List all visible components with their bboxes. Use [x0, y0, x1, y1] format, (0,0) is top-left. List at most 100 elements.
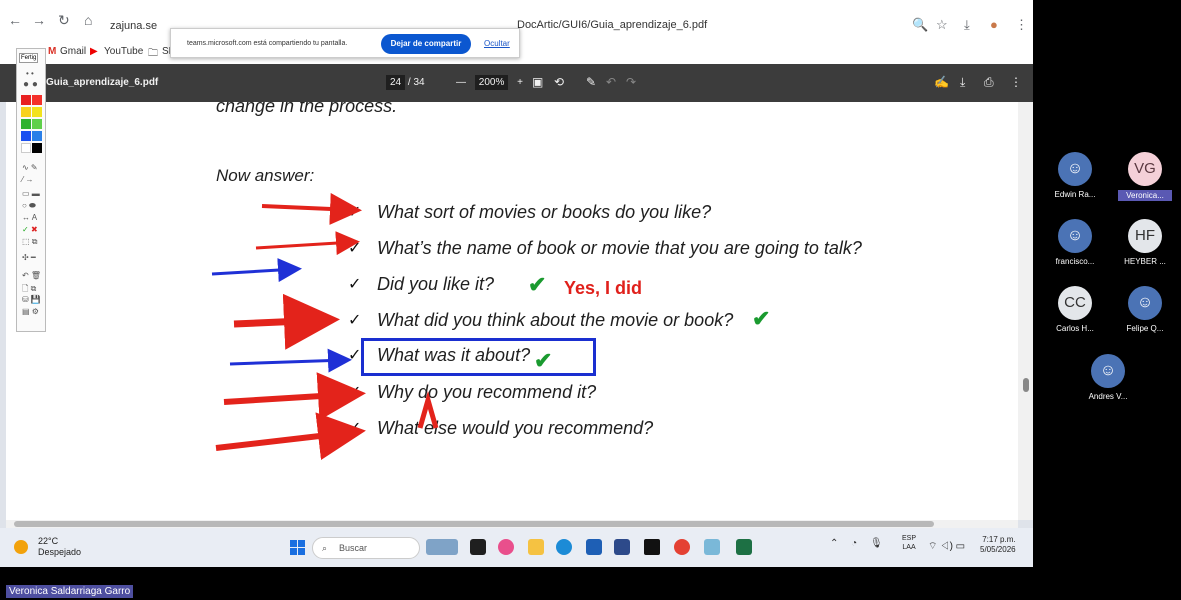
ellipse-icon[interactable]: ○ ⬬ — [22, 201, 36, 211]
freehand-icon[interactable]: ∿ ✎ — [22, 163, 38, 172]
stop-sharing-button[interactable]: Dejar de compartir — [381, 34, 471, 54]
color-swatch-black[interactable] — [32, 143, 42, 153]
color-swatch-white[interactable] — [21, 143, 31, 153]
participant-initials: VG — [1128, 152, 1162, 186]
reload-icon[interactable]: ↻ — [58, 12, 70, 29]
wifi-volume-battery-icons[interactable]: ⌔ ◁) ▭ — [928, 540, 965, 553]
move-icon[interactable]: ✣ ━ — [22, 253, 36, 262]
page-number-input[interactable]: 24 — [386, 75, 406, 90]
pdf-more-icon[interactable]: ⋮ — [1010, 75, 1022, 89]
bookmark-youtube[interactable]: YouTube — [104, 46, 143, 57]
settings-icon[interactable]: ▤ ⚙ — [22, 307, 39, 316]
menu-dots-icon[interactable]: ⋮ — [1015, 17, 1028, 33]
participant-tile[interactable]: HF HEYBER ... — [1120, 219, 1170, 266]
undo-delete-icon[interactable]: ↶ 🗑 — [22, 271, 41, 280]
participant-tile[interactable]: ☺ Andres V... — [1082, 354, 1134, 401]
bookmark-gmail[interactable]: Gmail — [60, 46, 86, 57]
page-total: / 34 — [407, 77, 425, 88]
save-icon[interactable]: ⛁ 💾 — [22, 295, 41, 304]
draw-icon[interactable]: ✎ — [586, 75, 596, 89]
file-explorer-icon[interactable] — [528, 539, 544, 555]
bookmark-star-icon[interactable]: ☆ — [936, 17, 948, 33]
person-icon: ☺ — [1058, 152, 1092, 186]
red-arrow — [215, 412, 366, 460]
participant-name: Edwin Ra... — [1054, 190, 1096, 199]
forward-icon[interactable]: → — [32, 12, 46, 28]
participant-initials: HF — [1128, 219, 1162, 253]
search-placeholder: Buscar — [339, 543, 368, 553]
annotation-toolbar: Fertig • • ● ● ∿ ✎ ⁄ → ▭ ▬ ○ ⬬ ↔ A ✓ ✖ ⬚… — [16, 48, 46, 332]
clock-date: 5/05/2026 — [980, 545, 1016, 554]
vertical-scrollbar[interactable] — [1018, 102, 1033, 520]
text-tool-icon[interactable]: ↔ A — [22, 213, 37, 222]
scroll-thumb[interactable] — [1023, 378, 1029, 392]
redo-icon[interactable]: ↷ — [626, 75, 636, 89]
microphone-icon[interactable]: 🎙 — [870, 538, 883, 549]
url-host: zajuna.se — [110, 20, 158, 32]
check-cross-icon[interactable]: ✓ ✖ — [22, 225, 38, 234]
undo-icon[interactable]: ↶ — [606, 75, 616, 89]
home-icon[interactable]: ⌂ — [84, 12, 92, 28]
rotate-icon[interactable]: ⟲ — [554, 75, 564, 89]
language-indicator[interactable]: ESP LAA — [902, 534, 916, 552]
tray-app-icon[interactable]: ◔ — [851, 538, 857, 549]
color-swatch-red[interactable] — [32, 95, 42, 105]
pen-size-icon[interactable]: • • — [26, 69, 34, 78]
page-indicator: 24 / 34 — [386, 75, 425, 91]
color-swatch-blue[interactable] — [32, 131, 42, 141]
folder-icon: 🗀 — [148, 48, 158, 59]
rectangle-icon[interactable]: ▭ ▬ — [22, 189, 40, 198]
screen-share-banner: teams.microsoft.com está compartiendo tu… — [170, 28, 520, 58]
zoom-icon[interactable]: 🔍 — [912, 17, 928, 33]
select-icon[interactable]: ⬚ ⧉ — [22, 237, 38, 247]
color-swatch-yellow[interactable] — [21, 107, 31, 117]
pdf-download-icon[interactable]: ⤓ — [960, 75, 965, 90]
participant-name: Veronica... — [1118, 190, 1172, 201]
horizontal-scrollbar[interactable] — [6, 520, 1018, 528]
system-tray: ⌃ ◔ 🎙 — [830, 538, 883, 549]
participant-tile[interactable]: ☺ Felipe Q... — [1120, 286, 1170, 333]
snipping-tool-icon[interactable] — [704, 539, 720, 555]
chrome-icon[interactable] — [674, 539, 690, 555]
color-swatch-yellow[interactable] — [32, 107, 42, 117]
red-arrow — [233, 293, 340, 350]
zoom-out-button[interactable]: — — [456, 77, 466, 88]
color-swatch-green[interactable] — [21, 119, 31, 129]
b-app-icon[interactable] — [614, 539, 630, 555]
taskbar-search[interactable]: ⌕ Buscar — [312, 537, 420, 559]
profile-avatar-icon[interactable]: ● — [990, 17, 998, 32]
pen-size-large-icon[interactable]: ● ● — [23, 79, 38, 90]
annotation-toolbar-label: Fertig — [19, 53, 39, 63]
task-view-icon[interactable] — [470, 539, 486, 555]
store-icon[interactable] — [586, 539, 602, 555]
horizontal-scroll-thumb[interactable] — [14, 521, 934, 527]
participant-tile[interactable]: ☺ francisco... — [1052, 219, 1098, 266]
annotate-icon[interactable]: ✍ — [934, 75, 949, 89]
tray-chevron-icon[interactable]: ⌃ — [830, 538, 838, 549]
start-button[interactable] — [290, 540, 306, 556]
red-arrow — [261, 192, 362, 225]
print-icon[interactable]: ⎙ — [984, 75, 994, 90]
color-swatch-blue[interactable] — [21, 131, 31, 141]
url-path: DocArtic/GUI6/Guia_aprendizaje_6.pdf — [517, 19, 708, 31]
zoom-level[interactable]: 200% — [474, 75, 509, 90]
hide-banner-link[interactable]: Ocultar — [484, 39, 510, 48]
color-swatch-green[interactable] — [32, 119, 42, 129]
search-icon: ⌕ — [322, 543, 328, 553]
download-icon[interactable]: ⤓ — [964, 17, 970, 33]
dropbox-icon[interactable] — [644, 539, 660, 555]
clock[interactable]: 7:17 p.m. 5/05/2026 — [980, 535, 1016, 555]
copilot-icon[interactable] — [498, 539, 514, 555]
widget-thumbnail-icon[interactable] — [426, 539, 458, 555]
line-arrow-icon[interactable]: ⁄ → — [22, 175, 34, 184]
zoom-in-button[interactable]: + — [517, 77, 523, 88]
participant-tile[interactable]: CC Carlos H... — [1052, 286, 1098, 333]
back-icon[interactable]: ← — [8, 12, 22, 28]
weather-sun-icon — [14, 540, 28, 554]
fit-page-icon[interactable]: ▣ — [532, 75, 543, 89]
edge-icon[interactable] — [556, 539, 572, 555]
color-swatch-red[interactable] — [21, 95, 31, 105]
participant-tile[interactable]: VG Veronica... — [1118, 152, 1172, 201]
participant-tile[interactable]: ☺ Edwin Ra... — [1052, 152, 1098, 199]
excel-icon[interactable] — [736, 539, 752, 555]
